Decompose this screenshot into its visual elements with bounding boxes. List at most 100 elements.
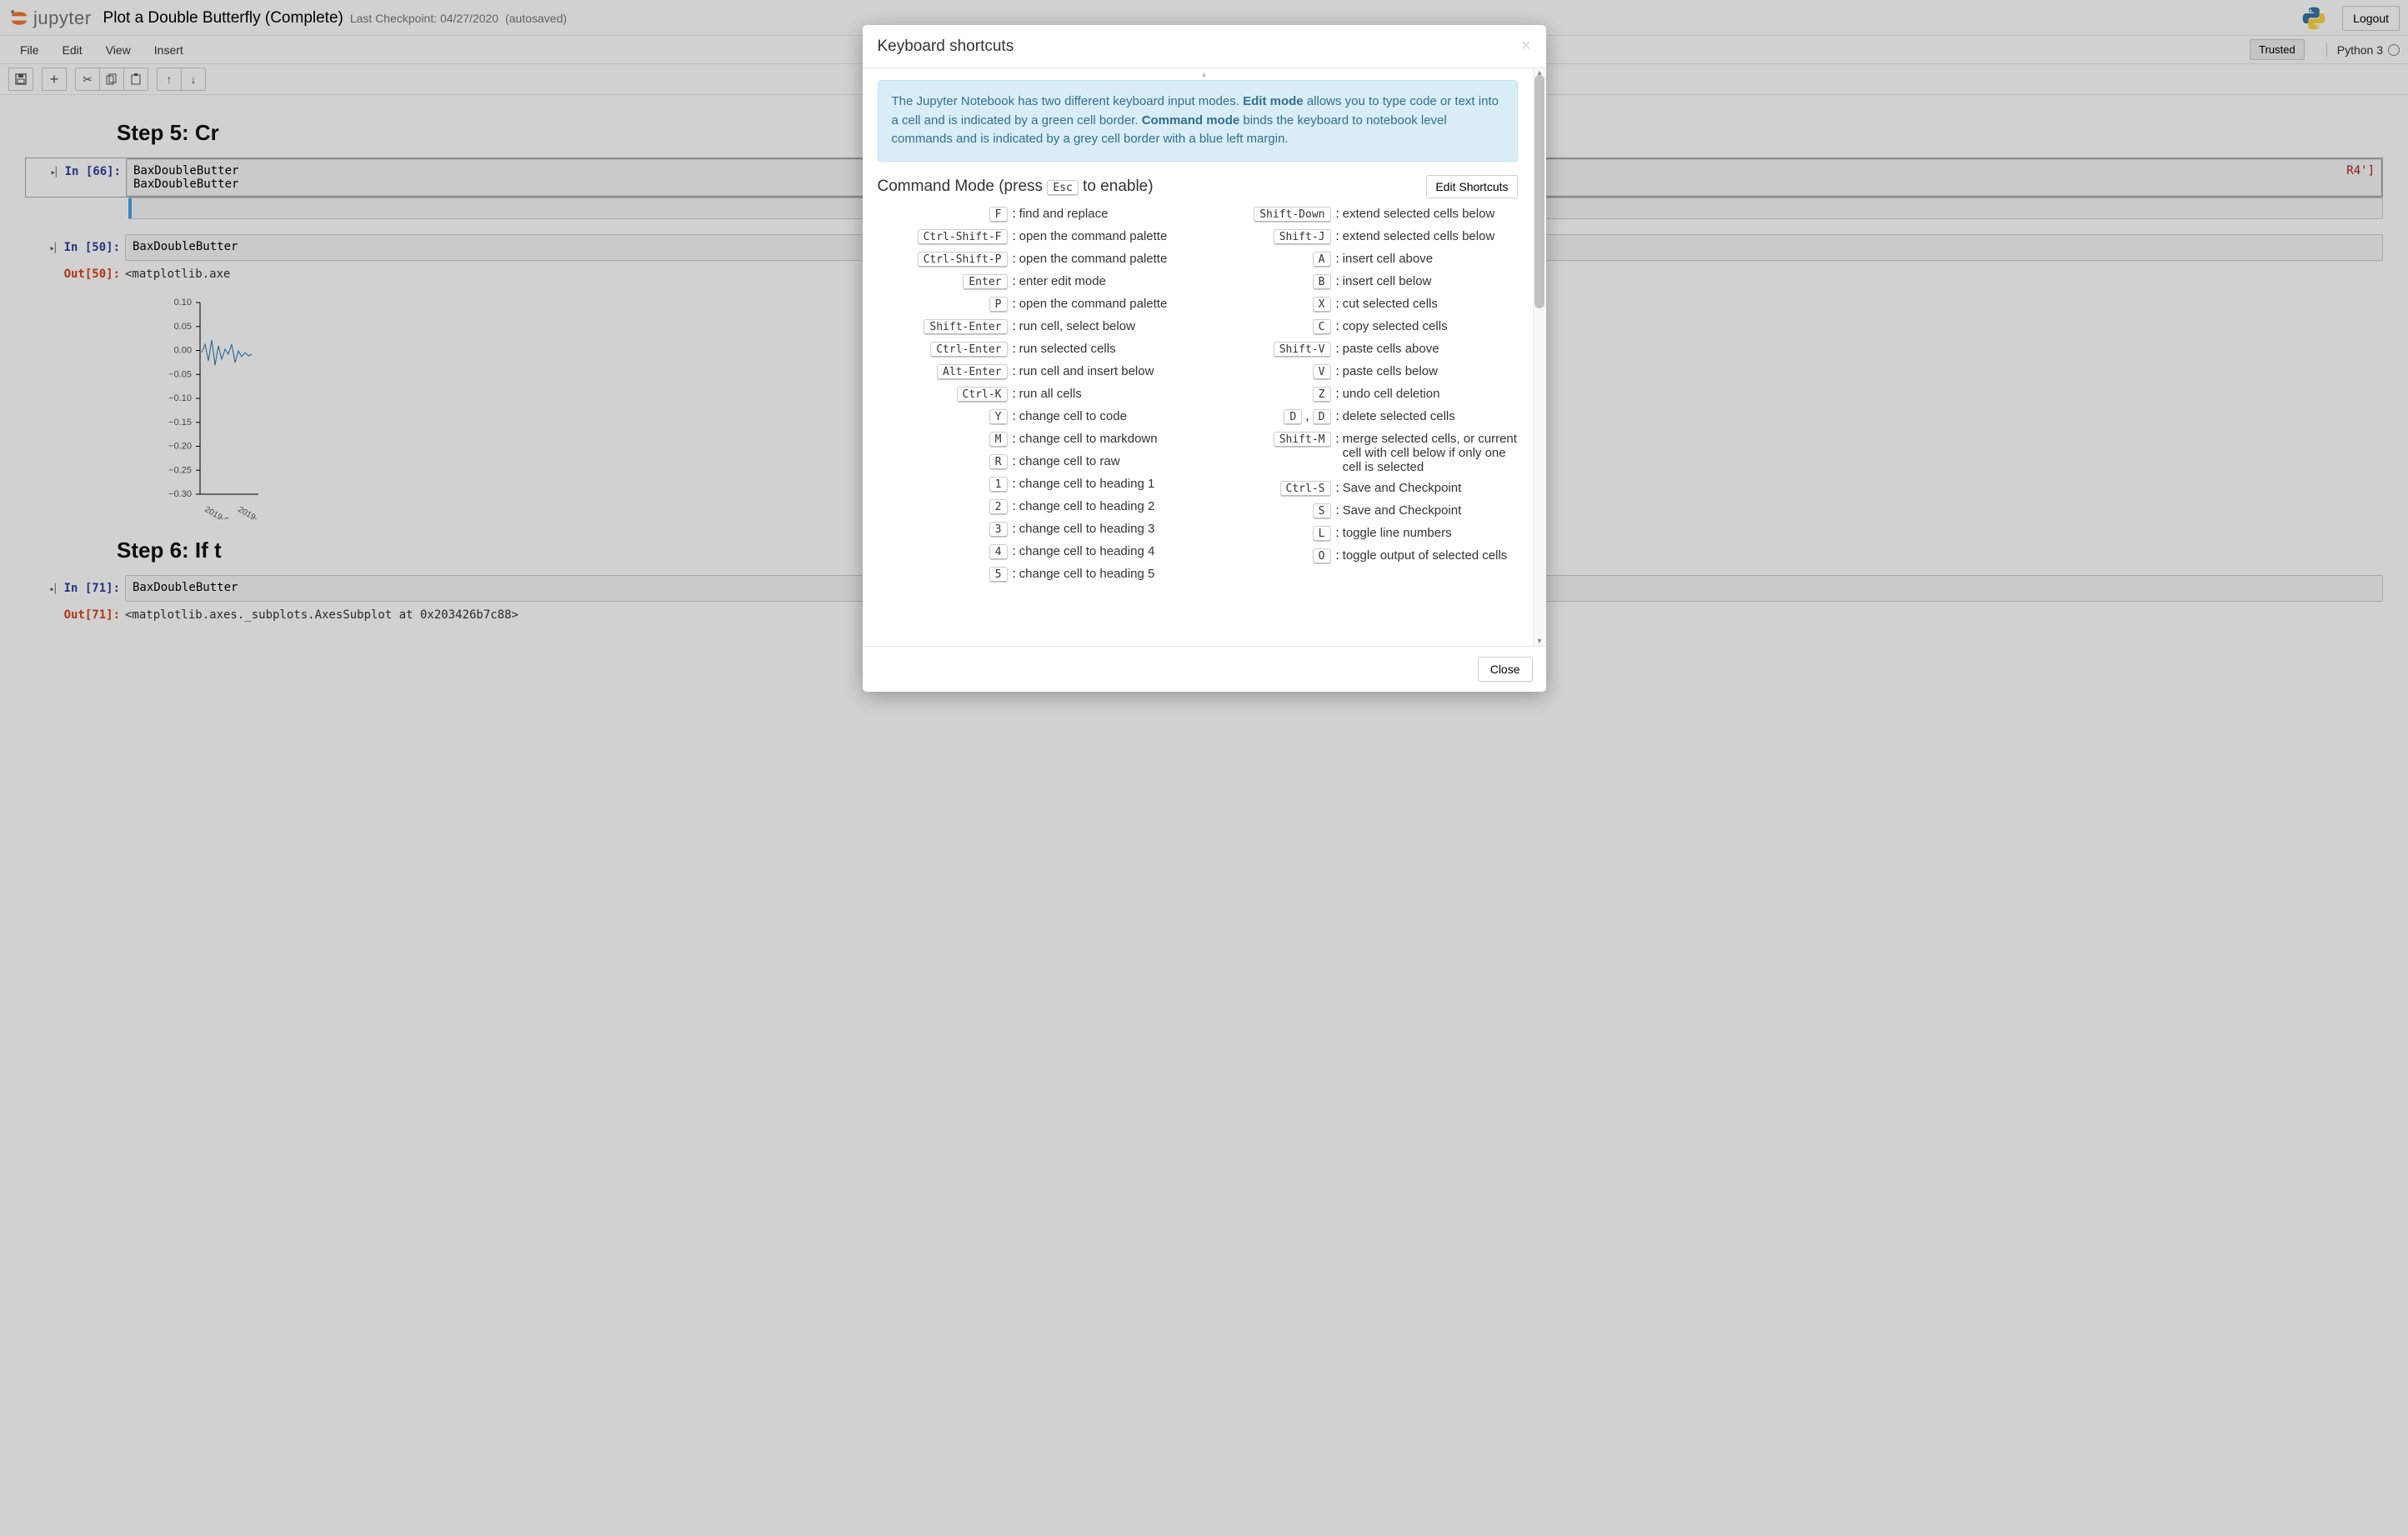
- shortcut-row: C:copy selected cells: [1201, 319, 1518, 335]
- scrollbar-thumb[interactable]: [1534, 75, 1544, 308]
- shortcut-desc: delete selected cells: [1341, 409, 1518, 423]
- modal-scrollbar[interactable]: ▴ ▾: [1533, 68, 1546, 646]
- shortcut-row: Z:undo cell deletion: [1201, 387, 1518, 403]
- kbd-key: O: [1313, 548, 1331, 564]
- shortcuts-list: F:find and replace Ctrl-Shift-F:open the …: [878, 207, 1543, 589]
- scroll-down-arrow-icon[interactable]: ▾: [1534, 637, 1546, 646]
- kbd-key: L: [1313, 526, 1331, 542]
- modal-title: Keyboard shortcuts: [878, 38, 1521, 56]
- kbd-key: Y: [989, 409, 1008, 425]
- shortcut-row: 4:change cell to heading 4: [878, 544, 1194, 560]
- command-mode-header: Command Mode (press Esc to enable) Edit …: [878, 175, 1543, 198]
- kbd-key: Shift-Down: [1254, 207, 1330, 223]
- edit-shortcuts-button[interactable]: Edit Shortcuts: [1426, 175, 1517, 198]
- shortcut-row: X:cut selected cells: [1201, 297, 1518, 313]
- shortcut-row: V:paste cells below: [1201, 364, 1518, 380]
- kbd-key: Ctrl-K: [957, 387, 1008, 403]
- shortcut-row: Shift-M:merge selected cells, or current…: [1201, 432, 1518, 474]
- shortcut-row: Shift-Enter:run cell, select below: [878, 319, 1194, 335]
- shortcut-desc: paste cells above: [1341, 342, 1518, 356]
- shortcut-row: Enter:enter edit mode: [878, 274, 1194, 290]
- kbd-key: S: [1313, 503, 1331, 519]
- kbd-key: Ctrl-Enter: [930, 342, 1007, 358]
- modal-header: Keyboard shortcuts ×: [863, 25, 1546, 68]
- shortcut-desc: run cell and insert below: [1018, 364, 1194, 378]
- close-icon[interactable]: ×: [1521, 37, 1531, 56]
- kbd-key: Shift-Enter: [924, 319, 1007, 335]
- shortcut-desc: open the command palette: [1018, 229, 1194, 243]
- shortcut-desc: enter edit mode: [1018, 274, 1194, 288]
- scroll-up-icon: ▴: [1202, 70, 1206, 79]
- close-button[interactable]: Close: [1478, 657, 1533, 682]
- kbd-key: Alt-Enter: [937, 364, 1007, 380]
- shortcut-row: Y:change cell to code: [878, 409, 1194, 425]
- kbd-key: R: [989, 454, 1008, 470]
- kbd-key: D: [1284, 409, 1302, 425]
- modal-footer: Close: [863, 646, 1546, 692]
- kbd-key: Shift-M: [1274, 432, 1331, 448]
- shortcut-row: F:find and replace: [878, 207, 1194, 223]
- shortcut-desc: extend selected cells below: [1341, 229, 1518, 243]
- kbd-key: X: [1313, 297, 1331, 313]
- keyboard-shortcuts-modal: Keyboard shortcuts × ▴ The Jupyter Noteb…: [863, 25, 1546, 692]
- shortcut-desc: run all cells: [1018, 387, 1194, 401]
- shortcut-row: R:change cell to raw: [878, 454, 1194, 470]
- kbd-key: Ctrl-Shift-F: [918, 229, 1008, 245]
- shortcut-desc: paste cells below: [1341, 364, 1518, 378]
- shortcut-row: 2:change cell to heading 2: [878, 499, 1194, 515]
- shortcut-desc: find and replace: [1018, 207, 1194, 221]
- shortcut-row: Ctrl-K:run all cells: [878, 387, 1194, 403]
- shortcut-desc: open the command palette: [1018, 297, 1194, 311]
- shortcut-desc: change cell to code: [1018, 409, 1194, 423]
- shortcut-row: O:toggle output of selected cells: [1201, 548, 1518, 564]
- shortcut-desc: cut selected cells: [1341, 297, 1518, 311]
- shortcut-row: Shift-Down:extend selected cells below: [1201, 207, 1518, 223]
- kbd-key: Ctrl-Shift-P: [918, 252, 1008, 268]
- shortcut-desc: change cell to heading 1: [1018, 477, 1194, 491]
- kbd-key: B: [1313, 274, 1331, 290]
- kbd-key: 3: [989, 522, 1008, 538]
- shortcut-desc: insert cell above: [1341, 252, 1518, 266]
- esc-key: Esc: [1047, 180, 1078, 196]
- shortcut-desc: Save and Checkpoint: [1341, 481, 1518, 495]
- shortcut-row: Shift-V:paste cells above: [1201, 342, 1518, 358]
- shortcut-row: P:open the command palette: [878, 297, 1194, 313]
- shortcut-desc: toggle line numbers: [1341, 526, 1518, 540]
- shortcut-desc: insert cell below: [1341, 274, 1518, 288]
- shortcut-desc: run selected cells: [1018, 342, 1194, 356]
- shortcut-row: L:toggle line numbers: [1201, 526, 1518, 542]
- shortcut-row: Ctrl-Shift-P:open the command palette: [878, 252, 1194, 268]
- shortcut-row: Shift-J:extend selected cells below: [1201, 229, 1518, 245]
- kbd-key: V: [1313, 364, 1331, 380]
- shortcut-desc: change cell to heading 4: [1018, 544, 1194, 558]
- shortcut-desc: open the command palette: [1018, 252, 1194, 266]
- kbd-key: A: [1313, 252, 1331, 268]
- kbd-key: P: [989, 297, 1008, 313]
- shortcut-desc: change cell to raw: [1018, 454, 1194, 468]
- shortcut-row: 1:change cell to heading 1: [878, 477, 1194, 493]
- kbd-key: F: [989, 207, 1008, 223]
- shortcut-row: M:change cell to markdown: [878, 432, 1194, 448]
- kbd-key: Shift-J: [1274, 229, 1331, 245]
- shortcut-desc: change cell to markdown: [1018, 432, 1194, 446]
- shortcut-row: B:insert cell below: [1201, 274, 1518, 290]
- shortcut-desc: undo cell deletion: [1341, 387, 1518, 401]
- shortcut-desc: change cell to heading 3: [1018, 522, 1194, 536]
- shortcut-row: Ctrl-Shift-F:open the command palette: [878, 229, 1194, 245]
- shortcut-row: S:Save and Checkpoint: [1201, 503, 1518, 519]
- kbd-key: C: [1313, 319, 1331, 335]
- kbd-key: Enter: [963, 274, 1007, 290]
- kbd-key: 4: [989, 544, 1008, 560]
- info-alert: The Jupyter Notebook has two different k…: [878, 80, 1518, 162]
- shortcut-row: Ctrl-Enter:run selected cells: [878, 342, 1194, 358]
- shortcut-desc: toggle output of selected cells: [1341, 548, 1518, 563]
- shortcut-desc: Save and Checkpoint: [1341, 503, 1518, 518]
- shortcut-row: Ctrl-S:Save and Checkpoint: [1201, 481, 1518, 497]
- kbd-key: 5: [989, 567, 1008, 583]
- modal-body[interactable]: ▴ The Jupyter Notebook has two different…: [863, 68, 1546, 646]
- shortcut-desc: extend selected cells below: [1341, 207, 1518, 221]
- kbd-key: Z: [1313, 387, 1331, 403]
- shortcut-desc: change cell to heading 2: [1018, 499, 1194, 513]
- kbd-key: D: [1313, 409, 1331, 425]
- modal-overlay[interactable]: Keyboard shortcuts × ▴ The Jupyter Noteb…: [0, 0, 2408, 1536]
